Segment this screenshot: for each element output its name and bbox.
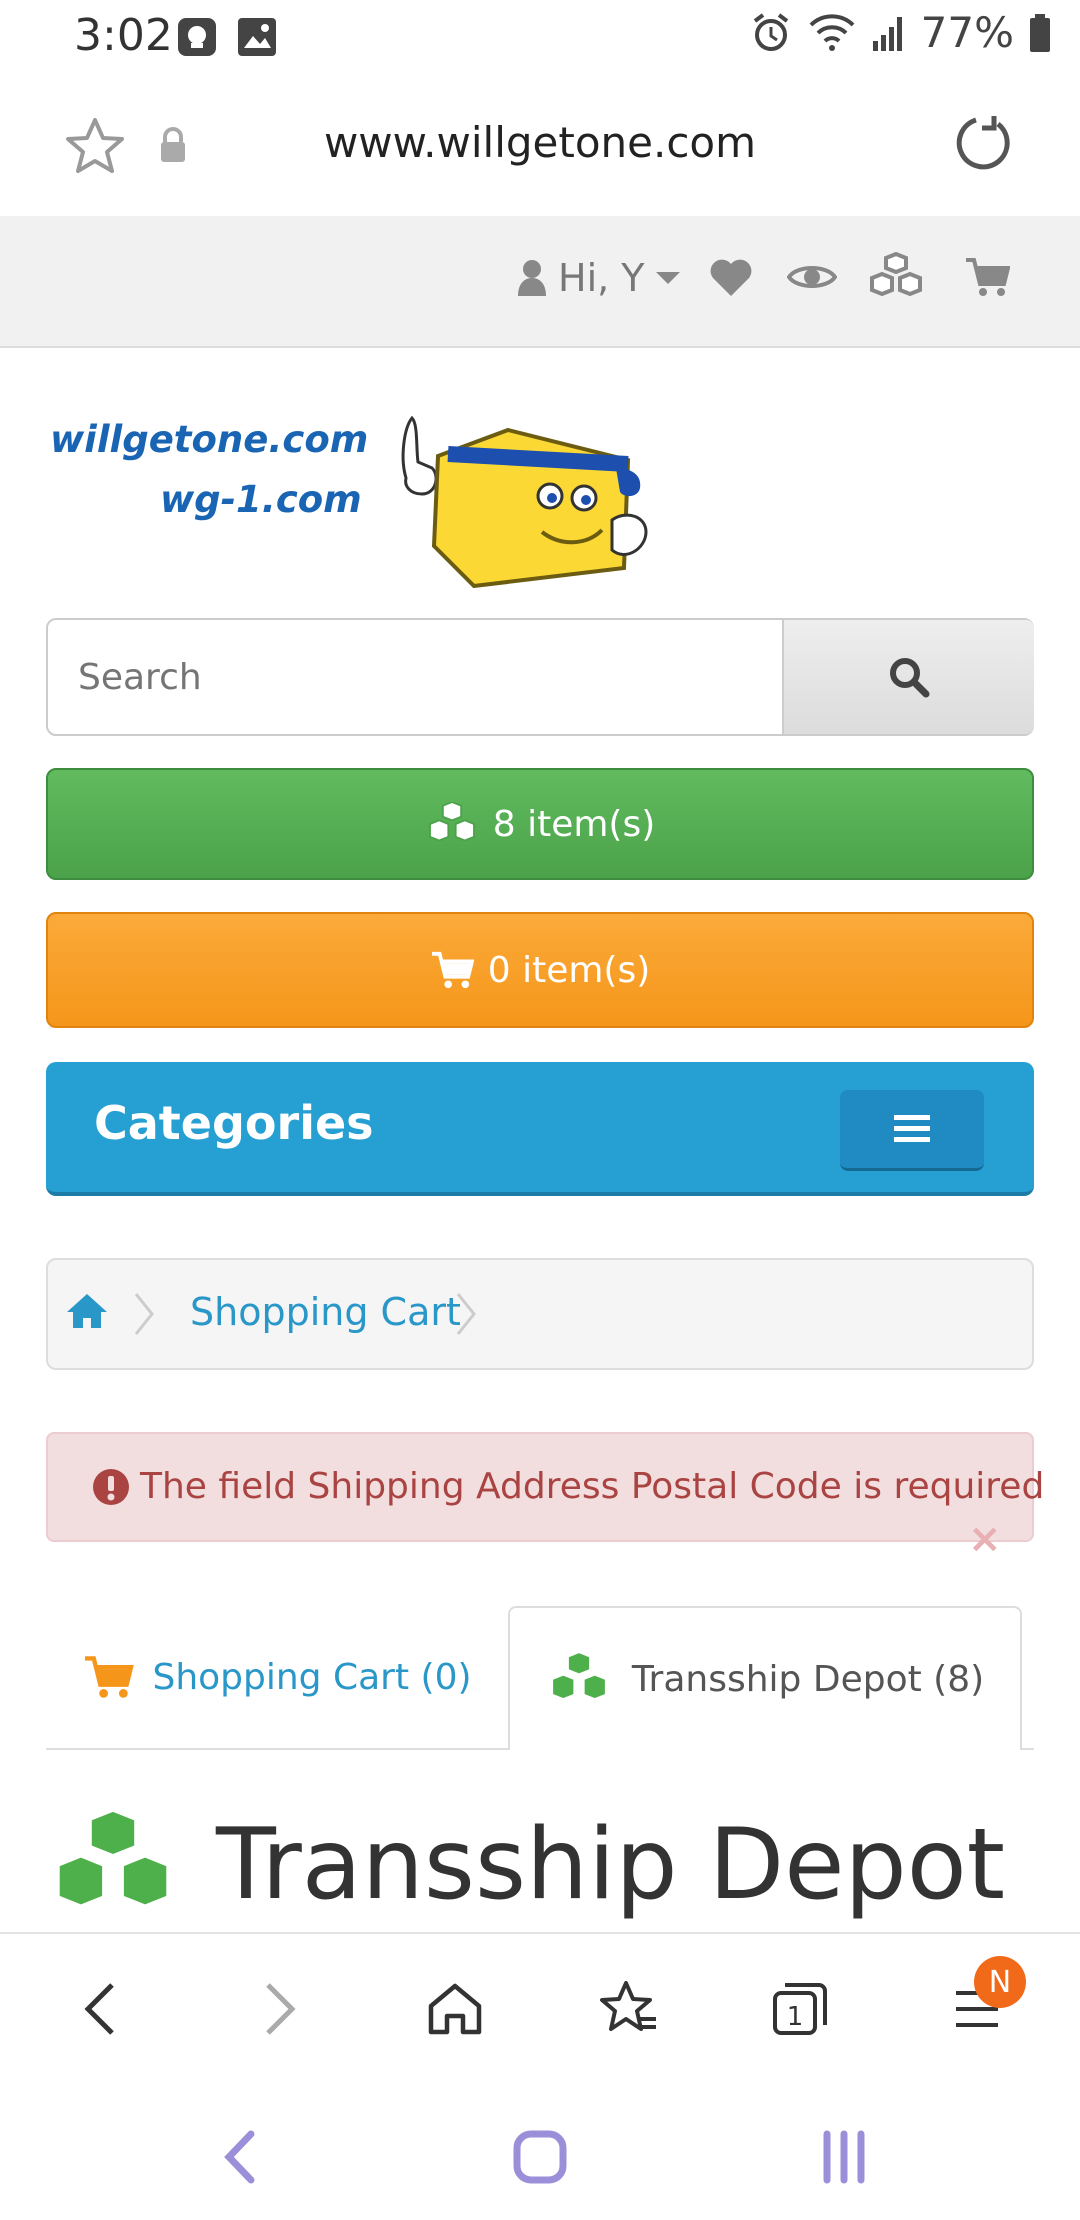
breadcrumb: Shopping Cart bbox=[46, 1258, 1034, 1370]
signal-icon bbox=[872, 16, 902, 51]
system-nav-bar bbox=[0, 2082, 1080, 2220]
alert-message: The field Shipping Address Postal Code i… bbox=[140, 1466, 1045, 1507]
cart-icon bbox=[431, 951, 474, 989]
eye-icon[interactable] bbox=[786, 252, 838, 302]
status-bar: 3:02 77% bbox=[0, 0, 1080, 76]
tab-label: Transship Depot (8) bbox=[631, 1658, 985, 1700]
shopping-cart-button[interactable]: 0 item(s) bbox=[46, 912, 1034, 1028]
search-input[interactable] bbox=[48, 620, 778, 734]
account-menu[interactable]: Hi, Y bbox=[516, 256, 681, 300]
status-time: 3:02 bbox=[74, 10, 173, 61]
page-title: Transship Depot bbox=[46, 1800, 1005, 1930]
breadcrumb-separator-icon bbox=[454, 1290, 478, 1342]
page-title-text: Transship Depot bbox=[216, 1808, 1006, 1922]
cart-icon[interactable] bbox=[962, 252, 1012, 302]
home-icon[interactable] bbox=[420, 1976, 490, 2042]
system-back-icon[interactable] bbox=[212, 2122, 266, 2192]
tab-shopping-cart[interactable]: Shopping Cart (0) bbox=[46, 1606, 508, 1748]
boxes-icon bbox=[428, 802, 475, 842]
notification-icon bbox=[176, 16, 218, 62]
battery-percent: 77% bbox=[920, 8, 1014, 57]
boxes-icon[interactable] bbox=[868, 250, 924, 304]
back-icon[interactable] bbox=[70, 1974, 130, 2044]
categories-menu-button[interactable] bbox=[840, 1090, 984, 1171]
search-icon bbox=[890, 658, 930, 698]
system-home-icon[interactable] bbox=[508, 2122, 572, 2192]
browser-toolbar: 1 N bbox=[0, 1932, 1080, 2084]
logo-text-line2: wg-1.com bbox=[160, 478, 362, 521]
breadcrumb-shopping-cart[interactable]: Shopping Cart bbox=[190, 1290, 461, 1334]
wifi-icon bbox=[809, 13, 855, 51]
site-logo[interactable]: willgetone.com wg-1.com bbox=[46, 408, 676, 588]
search-button[interactable] bbox=[782, 620, 1034, 734]
url-text[interactable]: www.willgetone.com bbox=[0, 118, 1080, 167]
alarm-icon bbox=[753, 12, 788, 51]
home-icon[interactable] bbox=[66, 1292, 108, 1334]
boxes-icon bbox=[56, 1810, 170, 1909]
tabs-icon[interactable]: 1 bbox=[766, 1976, 836, 2042]
boxes-icon bbox=[550, 1652, 607, 1701]
breadcrumb-separator-icon bbox=[132, 1290, 156, 1342]
alert-message-row: The field Shipping Address Postal Code i… bbox=[92, 1466, 1044, 1507]
greeting-text: Hi, Y bbox=[558, 256, 645, 300]
user-icon bbox=[518, 260, 546, 296]
reload-icon[interactable] bbox=[954, 112, 1016, 178]
system-recents-icon[interactable] bbox=[812, 2122, 876, 2192]
battery-icon bbox=[1030, 13, 1050, 52]
forward-icon[interactable] bbox=[250, 1974, 310, 2044]
cart-tabs: Shopping Cart (0) Transship Depot (8) bbox=[46, 1606, 1034, 1750]
logo-mascot-icon bbox=[401, 415, 648, 588]
error-alert: The field Shipping Address Postal Code i… bbox=[46, 1432, 1044, 1562]
categories-title: Categories bbox=[94, 1096, 374, 1150]
exclamation-circle-icon bbox=[93, 1468, 129, 1505]
categories-bar: Categories bbox=[46, 1062, 1034, 1196]
search-bar bbox=[46, 618, 1034, 736]
browser-url-bar: www.willgetone.com bbox=[0, 76, 1080, 216]
tab-transship-depot[interactable]: Transship Depot (8) bbox=[508, 1606, 1022, 1750]
depot-count-label: 8 item(s) bbox=[492, 803, 656, 845]
notification-badge: N bbox=[974, 1956, 1026, 2008]
site-top-nav: Hi, Y bbox=[0, 216, 1080, 348]
bookmarks-icon[interactable] bbox=[594, 1976, 664, 2042]
alert-close-button[interactable]: × bbox=[968, 1516, 1002, 1562]
caret-down-icon bbox=[655, 272, 680, 284]
hamburger-icon bbox=[894, 1115, 930, 1142]
wishlist-heart-icon[interactable] bbox=[706, 252, 756, 302]
transship-depot-button[interactable]: 8 item(s) bbox=[46, 768, 1034, 880]
image-icon bbox=[236, 16, 278, 62]
tab-label: Shopping Cart (0) bbox=[152, 1656, 472, 1698]
logo-text-line1: willgetone.com bbox=[50, 418, 369, 461]
cart-count-label: 0 item(s) bbox=[487, 949, 651, 991]
status-right: 77% bbox=[749, 8, 1052, 57]
tab-count: 1 bbox=[787, 2002, 804, 2032]
cart-icon bbox=[85, 1656, 135, 1698]
